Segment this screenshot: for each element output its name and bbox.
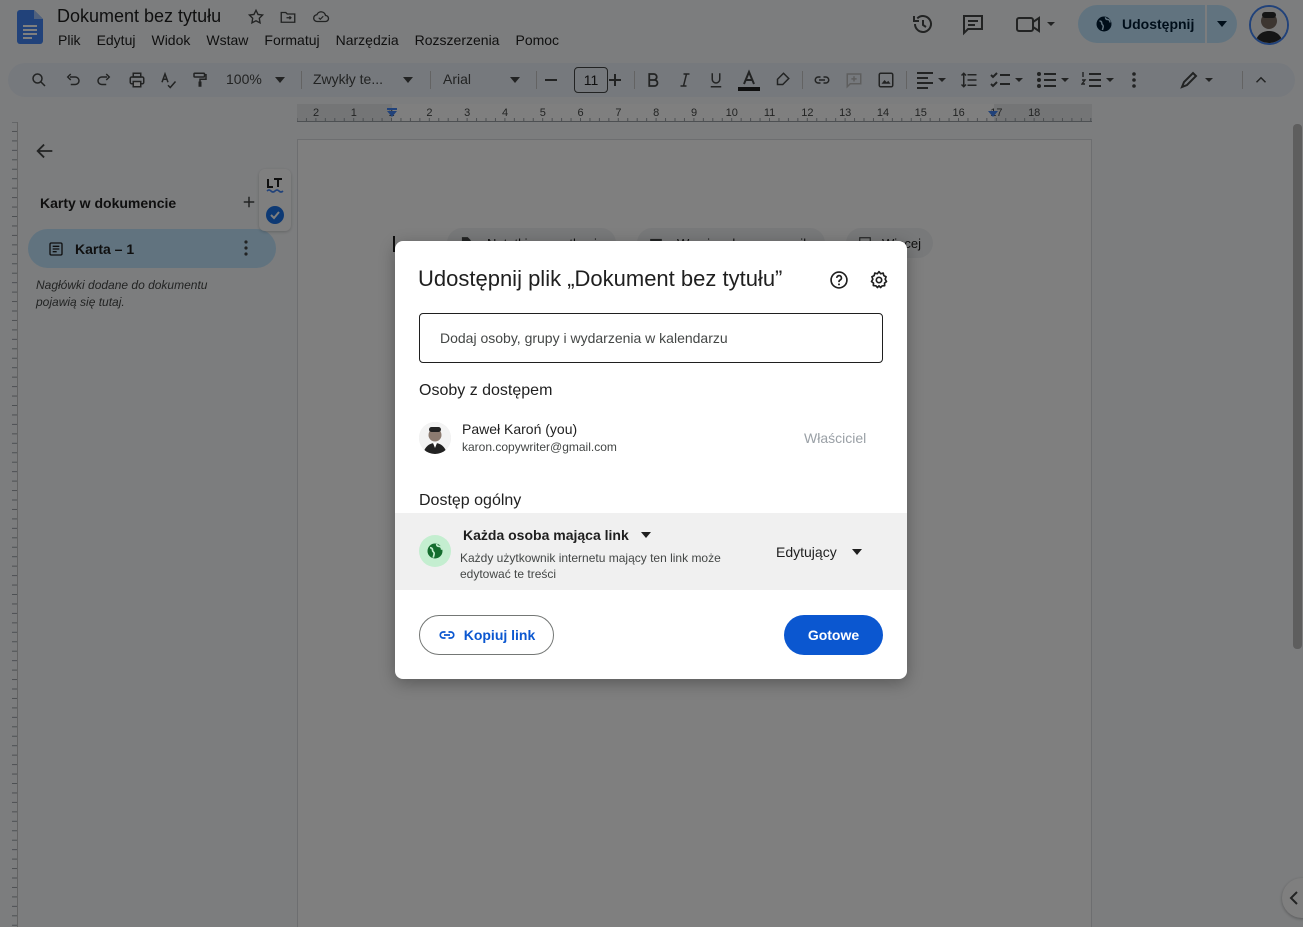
general-access-heading: Dostęp ogólny <box>419 492 522 509</box>
done-button[interactable]: Gotowe <box>784 615 883 655</box>
link-access-select[interactable]: Każda osoba mająca link <box>463 527 651 543</box>
link-access-value: Każda osoba mająca link <box>463 527 629 543</box>
person-role: Właściciel <box>804 430 867 446</box>
person-name: Paweł Karoń (you) <box>462 421 578 437</box>
gear-icon[interactable] <box>869 270 889 290</box>
copy-link-label: Kopiuj link <box>463 627 536 643</box>
share-dialog-title: Udostępnij plik „Dokument bez tytułu” <box>418 266 783 291</box>
role-select[interactable]: Edytujący <box>776 544 862 560</box>
caret-down-icon <box>851 549 862 555</box>
person-avatar <box>419 422 451 454</box>
help-icon[interactable] <box>829 270 849 290</box>
person-email: karon.copywriter@gmail.com <box>462 440 617 454</box>
role-value: Edytujący <box>776 544 837 560</box>
caret-down-icon <box>640 532 651 538</box>
share-dialog: Udostępnij plik „Dokument bez tytułu” Os… <box>395 241 907 679</box>
globe-icon <box>419 535 451 567</box>
link-icon <box>439 631 455 639</box>
link-access-description: Każdy użytkownik internetu mający ten li… <box>460 551 721 581</box>
copy-link-button[interactable]: Kopiuj link <box>419 615 554 655</box>
add-people-input[interactable] <box>419 313 883 363</box>
people-with-access-heading: Osoby z dostępem <box>419 382 553 399</box>
